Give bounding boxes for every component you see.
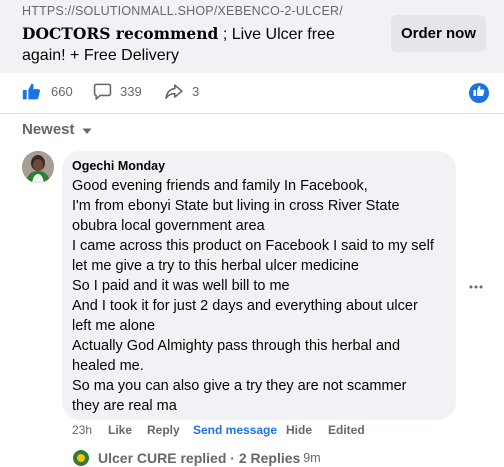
comment-line: obubra local government area (72, 218, 265, 234)
view-replies-link[interactable]: Ulcer CURE replied · 2 Replies 9m (70, 449, 321, 467)
order-now-button[interactable]: Order now (391, 15, 486, 52)
ad-card[interactable]: HTTPS://SOLUTIONMALL.SHOP/XEBENCO-2-ULCE… (0, 0, 504, 73)
replies-text: Ulcer CURE replied · 2 Replies (98, 450, 301, 466)
comments-stat[interactable]: 339 (93, 82, 142, 101)
post-stats-row: 660 339 3 (0, 73, 504, 113)
share-arrow-icon (164, 82, 184, 101)
likes-count: 660 (51, 84, 73, 99)
comment-line: let me give a try to this herbal ulcer m… (72, 258, 359, 274)
replies-time: 9m (303, 451, 321, 465)
reply-avatar (70, 449, 92, 467)
comment-author[interactable]: Ogechi Monday (72, 158, 446, 174)
thumbs-up-icon (473, 84, 485, 102)
comment-line: healed me. (72, 358, 144, 374)
avatar[interactable] (22, 151, 54, 183)
send-message-button[interactable]: Send message (193, 423, 286, 437)
comment-line: they are real ma (72, 398, 177, 414)
comment-actions: 23h Like Reply Send message Hide Edited (72, 423, 365, 437)
like-reaction-badge[interactable] (469, 83, 489, 103)
comment-line: Good evening friends and family In Faceb… (72, 178, 368, 194)
chevron-down-icon (82, 122, 92, 139)
shares-count: 3 (192, 84, 200, 99)
reply-button[interactable]: Reply (147, 423, 193, 437)
comment-line: I came across this product on Facebook I… (72, 238, 434, 254)
divider (0, 113, 504, 114)
comment-line: So I paid and it was well bill to me (72, 278, 290, 294)
comment-line: So ma you can also give a try they are n… (72, 378, 407, 394)
speech-bubble-icon (93, 82, 112, 101)
ad-url[interactable]: HTTPS://SOLUTIONMALL.SHOP/XEBENCO-2-ULCE… (22, 4, 343, 18)
ad-headline[interactable]: DOCTORS recommend ; Live Ulcer free agai… (22, 23, 372, 66)
thumbs-up-icon (22, 82, 41, 101)
comment-timestamp[interactable]: 23h (72, 423, 108, 437)
comment-line: left me alone (72, 318, 156, 334)
hide-comment-button[interactable]: Hide (286, 423, 328, 437)
comments-count: 339 (120, 84, 142, 99)
comment-bubble: Ogechi Monday Good evening friends and f… (62, 151, 456, 420)
comment-sort-dropdown[interactable]: Newest (22, 120, 92, 139)
ad-headline-strong: DOCTORS recommend (22, 24, 219, 43)
edited-label: Edited (328, 423, 365, 437)
likes-stat[interactable]: 660 (22, 82, 73, 101)
comment-line: Actually God Almighty pass through this … (72, 338, 401, 354)
comment-line: I'm from ebonyi State but living in cros… (72, 198, 400, 214)
comment-more-options-button[interactable] (466, 277, 486, 293)
comment-line: And I took it for just 2 days and everyt… (72, 298, 418, 314)
comment-text: Good evening friends and family In Faceb… (72, 176, 446, 416)
more-dots-icon (469, 276, 483, 294)
shares-stat[interactable]: 3 (164, 82, 199, 101)
like-comment-button[interactable]: Like (108, 423, 147, 437)
sort-label: Newest (22, 121, 75, 138)
